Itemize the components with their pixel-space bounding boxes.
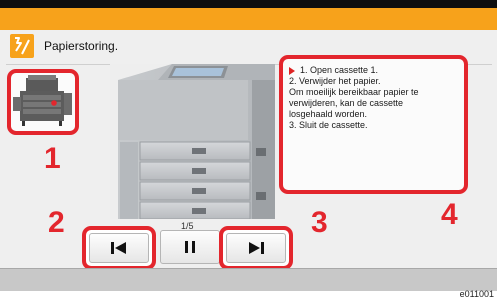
paper-jam-icon (10, 34, 34, 58)
figure-code: e011001 (459, 289, 494, 299)
pause-button[interactable] (160, 230, 220, 264)
instruction-line: Om moeilijk bereikbaar papier te (289, 87, 419, 97)
next-button[interactable] (219, 226, 293, 270)
printer-illustration (110, 64, 275, 220)
top-strip (0, 0, 497, 8)
instruction-line: 3. Sluit de cassette. (289, 120, 368, 130)
skip-back-icon (111, 242, 126, 254)
instruction-line: losgehaald worden. (289, 109, 368, 119)
callout-3: 3 (311, 206, 328, 239)
pause-icon (185, 241, 195, 253)
accent-bar (0, 8, 497, 30)
callout-4: 4 (441, 198, 458, 231)
instruction-line: verwijderen, kan de cassette (289, 98, 404, 108)
instruction-panel: 1. Open cassette 1. 2. Verwijder het pap… (279, 55, 468, 194)
instruction-line: 2. Verwijder het papier. (289, 76, 381, 86)
skip-forward-icon (249, 242, 264, 254)
previous-button[interactable] (82, 226, 156, 270)
bottom-bar (0, 268, 497, 291)
instruction-line: 1. Open cassette 1. (289, 65, 458, 76)
page-title: Papierstoring. (44, 39, 119, 53)
callout-1: 1 (44, 142, 61, 175)
printer-location-thumbnail[interactable] (7, 69, 79, 135)
callout-2: 2 (48, 206, 65, 239)
printer-icon (13, 75, 72, 126)
